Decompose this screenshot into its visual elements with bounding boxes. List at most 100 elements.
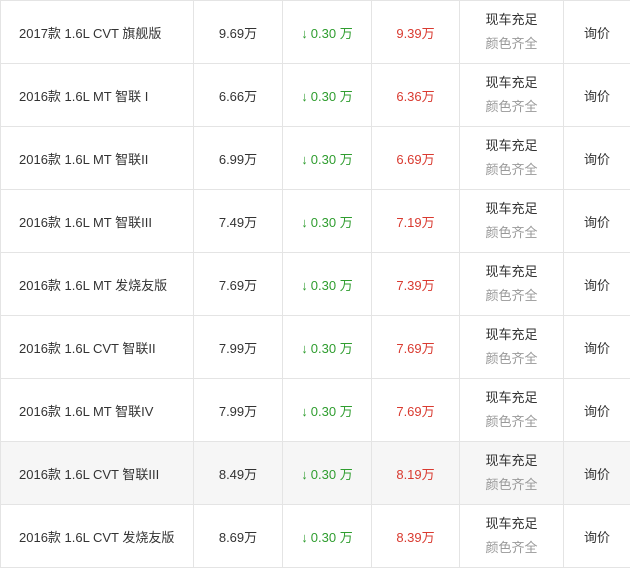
discount-cell: ↓ 0.30 万 [282,441,372,505]
down-arrow-icon: ↓ [301,340,308,356]
inquiry-link[interactable]: 询价 [584,530,610,545]
discount-cell: ↓ 0.30 万 [282,378,372,442]
price-table-body: 2017款 1.6L CVT 旗舰版 9.69万 ↓ 0.30 万 9.39万 现… [0,0,630,568]
discount-amount: 0.30 万 [310,529,353,545]
table-row: 2016款 1.6L MT 智联III 7.49万 ↓ 0.30 万 7.19万 … [0,189,630,253]
model-name: 2016款 1.6L MT 智联III [0,189,194,253]
dealer-price: 6.69万 [371,126,460,190]
down-arrow-icon: ↓ [301,88,308,104]
color-availability: 颜色齐全 [485,225,538,240]
color-availability: 颜色齐全 [485,414,538,429]
color-availability: 颜色齐全 [485,162,538,177]
msrp-price: 7.99万 [193,378,283,442]
stock-status-cell: 现车充足 颜色齐全 [459,378,564,442]
discount-amount: 0.30 万 [310,466,353,482]
model-name: 2016款 1.6L MT 智联IV [0,378,194,442]
stock-status-cell: 现车充足 颜色齐全 [459,126,564,190]
dealer-price: 7.69万 [371,378,460,442]
inquiry-cell: 询价 [563,378,630,442]
table-row: 2016款 1.6L CVT 发烧友版 8.69万 ↓ 0.30 万 8.39万 … [0,504,630,568]
discount-amount: 0.30 万 [310,340,353,356]
discount-cell: ↓ 0.30 万 [282,0,372,64]
down-arrow-icon: ↓ [301,403,308,419]
msrp-price: 7.49万 [193,189,283,253]
inquiry-cell: 询价 [563,126,630,190]
msrp-price: 9.69万 [193,0,283,64]
inquiry-link[interactable]: 询价 [584,278,610,293]
discount-amount: 0.30 万 [310,88,353,104]
model-name: 2016款 1.6L CVT 智联III [0,441,194,505]
msrp-price: 7.99万 [193,315,283,379]
inquiry-cell: 询价 [563,504,630,568]
inquiry-link[interactable]: 询价 [584,341,610,356]
discount-cell: ↓ 0.30 万 [282,504,372,568]
dealer-price: 6.36万 [371,63,460,127]
model-name: 2016款 1.6L CVT 智联II [0,315,194,379]
dealer-price: 8.39万 [371,504,460,568]
color-availability: 颜色齐全 [485,36,538,51]
model-name: 2016款 1.6L MT 智联II [0,126,194,190]
stock-status: 现车充足 [485,75,538,90]
discount-cell: ↓ 0.30 万 [282,252,372,316]
model-name: 2016款 1.6L MT 发烧友版 [0,252,194,316]
table-row: 2016款 1.6L MT 发烧友版 7.69万 ↓ 0.30 万 7.39万 现… [0,252,630,316]
discount-amount: 0.30 万 [310,214,353,230]
model-name: 2016款 1.6L MT 智联 I [0,63,194,127]
msrp-price: 6.66万 [193,63,283,127]
dealer-price-table: 2017款 1.6L CVT 旗舰版 9.69万 ↓ 0.30 万 9.39万 现… [0,0,630,568]
table-row: 2016款 1.6L CVT 智联II 7.99万 ↓ 0.30 万 7.69万 … [0,315,630,379]
stock-status: 现车充足 [485,12,538,27]
stock-status-cell: 现车充足 颜色齐全 [459,63,564,127]
stock-status: 现车充足 [485,390,538,405]
table-row: 2016款 1.6L MT 智联IV 7.99万 ↓ 0.30 万 7.69万 现… [0,378,630,442]
stock-status: 现车充足 [485,264,538,279]
inquiry-link[interactable]: 询价 [584,404,610,419]
stock-status: 现车充足 [485,516,538,531]
stock-status-cell: 现车充足 颜色齐全 [459,189,564,253]
color-availability: 颜色齐全 [485,288,538,303]
inquiry-link[interactable]: 询价 [584,467,610,482]
msrp-price: 8.49万 [193,441,283,505]
model-name: 2016款 1.6L CVT 发烧友版 [0,504,194,568]
inquiry-cell: 询价 [563,315,630,379]
color-availability: 颜色齐全 [485,99,538,114]
model-name: 2017款 1.6L CVT 旗舰版 [0,0,194,64]
msrp-price: 7.69万 [193,252,283,316]
table-row: 2017款 1.6L CVT 旗舰版 9.69万 ↓ 0.30 万 9.39万 现… [0,0,630,64]
stock-status: 现车充足 [485,453,538,468]
inquiry-cell: 询价 [563,189,630,253]
down-arrow-icon: ↓ [301,466,308,482]
discount-amount: 0.30 万 [310,151,353,167]
down-arrow-icon: ↓ [301,529,308,545]
down-arrow-icon: ↓ [301,277,308,293]
discount-amount: 0.30 万 [310,25,353,41]
color-availability: 颜色齐全 [485,477,538,492]
dealer-price: 7.69万 [371,315,460,379]
inquiry-cell: 询价 [563,0,630,64]
inquiry-cell: 询价 [563,63,630,127]
down-arrow-icon: ↓ [301,214,308,230]
discount-cell: ↓ 0.30 万 [282,63,372,127]
stock-status: 现车充足 [485,327,538,342]
stock-status-cell: 现车充足 颜色齐全 [459,252,564,316]
inquiry-link[interactable]: 询价 [584,152,610,167]
stock-status-cell: 现车充足 颜色齐全 [459,441,564,505]
color-availability: 颜色齐全 [485,351,538,366]
discount-amount: 0.30 万 [310,277,353,293]
stock-status-cell: 现车充足 颜色齐全 [459,315,564,379]
discount-cell: ↓ 0.30 万 [282,315,372,379]
inquiry-link[interactable]: 询价 [584,215,610,230]
down-arrow-icon: ↓ [301,25,308,41]
msrp-price: 8.69万 [193,504,283,568]
table-row: 2016款 1.6L MT 智联II 6.99万 ↓ 0.30 万 6.69万 现… [0,126,630,190]
inquiry-link[interactable]: 询价 [584,26,610,41]
inquiry-link[interactable]: 询价 [584,89,610,104]
dealer-price: 7.39万 [371,252,460,316]
dealer-price: 8.19万 [371,441,460,505]
table-row: 2016款 1.6L MT 智联 I 6.66万 ↓ 0.30 万 6.36万 现… [0,63,630,127]
msrp-price: 6.99万 [193,126,283,190]
table-row-highlighted: 2016款 1.6L CVT 智联III 8.49万 ↓ 0.30 万 8.19万… [0,441,630,505]
stock-status-cell: 现车充足 颜色齐全 [459,504,564,568]
stock-status: 现车充足 [485,138,538,153]
stock-status-cell: 现车充足 颜色齐全 [459,0,564,64]
